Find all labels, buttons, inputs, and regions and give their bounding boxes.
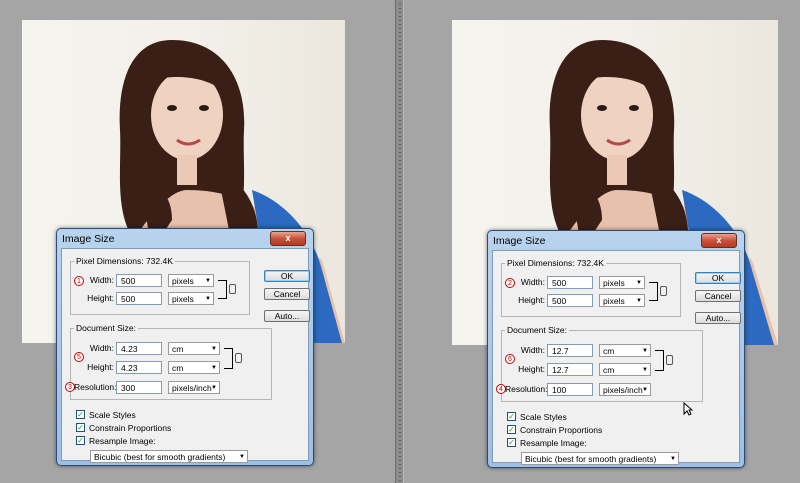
dropdown-arrow-icon: ▼ <box>636 280 642 286</box>
constrain-proportions-label: Constrain Proportions <box>89 423 172 433</box>
resolution-input[interactable]: 100 <box>547 383 593 396</box>
constrain-proportions-label: Constrain Proportions <box>520 425 603 435</box>
dropdown-arrow-icon: ▼ <box>211 385 217 391</box>
resolution-unit-select[interactable]: pixels/inch ▼ <box>168 381 220 394</box>
dropdown-arrow-icon: ▼ <box>636 298 642 304</box>
doc-height-unit-select[interactable]: cm ▼ <box>599 363 651 376</box>
doc-height-unit-select[interactable]: cm ▼ <box>168 361 220 374</box>
scale-styles-checkbox[interactable]: ✓ <box>507 412 516 421</box>
pane-divider[interactable] <box>395 0 404 483</box>
step-badge: 2 <box>505 278 515 288</box>
resample-method-select[interactable]: Bicubic (best for smooth gradients) ▼ <box>90 450 248 463</box>
resolution-label: Resolution: <box>505 384 548 394</box>
resample-image-label: Resample Image: <box>520 438 587 448</box>
resolution-input[interactable]: 300 <box>116 381 162 394</box>
link-bracket <box>218 280 227 299</box>
doc-height-input[interactable]: 4.23 <box>116 361 162 374</box>
chain-link-icon <box>229 284 236 294</box>
scale-styles-checkbox[interactable]: ✓ <box>76 410 85 419</box>
pixel-width-unit-select[interactable]: pixels ▼ <box>168 274 214 287</box>
dialog-title: Image Size <box>62 233 115 245</box>
doc-height-label: Height: <box>518 364 545 374</box>
ok-button[interactable]: OK <box>695 272 741 284</box>
image-size-dialog: Image Size x Pixel Dimensions: 732.4K 1 … <box>56 228 314 466</box>
close-button[interactable]: x <box>270 231 306 246</box>
auto-button[interactable]: Auto... <box>264 310 310 322</box>
pixel-height-unit-select[interactable]: pixels ▼ <box>599 294 645 307</box>
document-size-label: Document Size: <box>74 323 138 333</box>
pixel-height-label: Height: <box>518 295 545 305</box>
dropdown-arrow-icon: ▼ <box>211 346 217 352</box>
dropdown-arrow-icon: ▼ <box>239 454 245 460</box>
cancel-button[interactable]: Cancel <box>264 288 310 300</box>
pixel-width-unit-select[interactable]: pixels ▼ <box>599 276 645 289</box>
dropdown-arrow-icon: ▼ <box>642 387 648 393</box>
pixel-height-label: Height: <box>87 293 114 303</box>
mouse-cursor-icon <box>683 402 693 416</box>
close-button[interactable]: x <box>701 233 737 248</box>
chain-link-icon <box>666 355 673 365</box>
dropdown-arrow-icon: ▼ <box>205 296 211 302</box>
step-badge: 5 <box>74 352 84 362</box>
link-bracket <box>224 348 233 369</box>
pixel-dimensions-value: 732.4K <box>576 258 604 268</box>
link-bracket <box>655 350 664 371</box>
pixel-width-input[interactable]: 500 <box>547 276 593 289</box>
pixel-dimensions-value: 732.4K <box>145 256 173 266</box>
pixel-height-input[interactable]: 500 <box>547 294 593 307</box>
resample-image-checkbox[interactable]: ✓ <box>507 438 516 447</box>
link-bracket <box>649 282 658 301</box>
pixel-height-unit-select[interactable]: pixels ▼ <box>168 292 214 305</box>
ok-button[interactable]: OK <box>264 270 310 282</box>
step-badge: 1 <box>74 276 84 286</box>
close-icon: x <box>716 235 722 245</box>
constrain-proportions-checkbox[interactable]: ✓ <box>507 425 516 434</box>
cancel-button[interactable]: Cancel <box>695 290 741 302</box>
resample-image-checkbox[interactable]: ✓ <box>76 436 85 445</box>
pixel-height-input[interactable]: 500 <box>116 292 162 305</box>
dropdown-arrow-icon: ▼ <box>211 365 217 371</box>
dialog-body: Pixel Dimensions: 732.4K 1 Width: 500 pi… <box>61 248 310 463</box>
doc-width-unit-select[interactable]: cm ▼ <box>599 344 651 357</box>
resolution-label: Resolution: <box>74 382 117 392</box>
pixel-dimensions-label: Pixel Dimensions: 732.4K <box>74 256 175 266</box>
doc-height-label: Height: <box>87 362 114 372</box>
dialog-body: Pixel Dimensions: 732.4K 2 Width: 500 pi… <box>492 250 741 465</box>
pixel-dimensions-label: Pixel Dimensions: 732.4K <box>505 258 606 268</box>
doc-width-label: Width: <box>520 345 545 355</box>
pixel-width-input[interactable]: 500 <box>116 274 162 287</box>
doc-width-unit-select[interactable]: cm ▼ <box>168 342 220 355</box>
dropdown-arrow-icon: ▼ <box>205 278 211 284</box>
resample-image-label: Resample Image: <box>89 436 156 446</box>
scale-styles-label: Scale Styles <box>520 412 567 422</box>
chain-link-icon <box>235 353 242 363</box>
scale-styles-label: Scale Styles <box>89 410 136 420</box>
pixel-width-label: Width: <box>89 275 114 285</box>
dialog-title: Image Size <box>493 235 546 247</box>
doc-width-input[interactable]: 12.7 <box>547 344 593 357</box>
image-size-dialog: Image Size x Pixel Dimensions: 732.4K 2 … <box>487 230 745 468</box>
constrain-proportions-checkbox[interactable]: ✓ <box>76 423 85 432</box>
doc-width-label: Width: <box>89 343 114 353</box>
chain-link-icon <box>660 286 667 296</box>
auto-button[interactable]: Auto... <box>695 312 741 324</box>
close-icon: x <box>285 233 291 243</box>
document-size-label: Document Size: <box>505 325 569 335</box>
dropdown-arrow-icon: ▼ <box>670 456 676 462</box>
dropdown-arrow-icon: ▼ <box>642 348 648 354</box>
doc-height-input[interactable]: 12.7 <box>547 363 593 376</box>
dropdown-arrow-icon: ▼ <box>642 367 648 373</box>
pixel-width-label: Width: <box>520 277 545 287</box>
doc-width-input[interactable]: 4.23 <box>116 342 162 355</box>
resample-method-select[interactable]: Bicubic (best for smooth gradients) ▼ <box>521 452 679 465</box>
step-badge: 6 <box>505 354 515 364</box>
resolution-unit-select[interactable]: pixels/inch ▼ <box>599 383 651 396</box>
